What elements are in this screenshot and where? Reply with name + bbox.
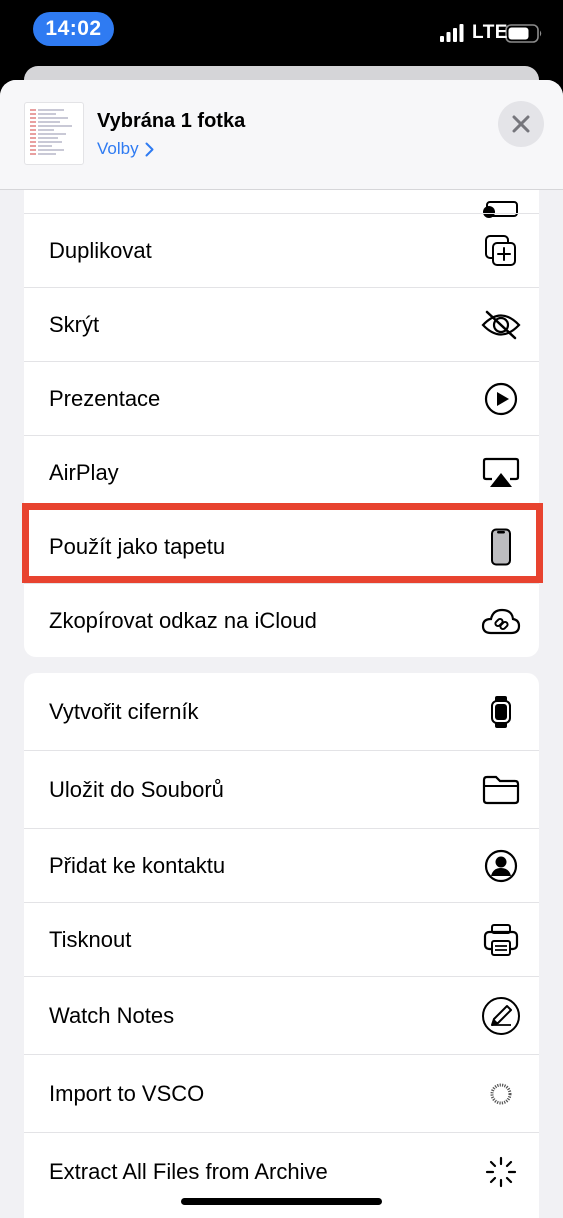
play-circle-icon [481,379,521,419]
actions-group-2: Vytvořit ciferník Uložit do Souborů Přid… [24,673,539,1218]
action-use-as-wallpaper[interactable]: Použít jako tapetu [24,510,539,583]
action-label: Watch Notes [49,1002,175,1028]
action-add-to-contact[interactable]: Přidat ke kontaktu [24,829,539,902]
action-label: Duplikovat [49,237,152,263]
action-label: Zkopírovat odkaz na iCloud [49,607,317,633]
eye-slash-icon [481,305,521,345]
share-sheet: Vybrána 1 fotka Volby Duplikovat Skrýt P… [0,80,563,1218]
photo-thumbnail [24,102,84,165]
vsco-icon [481,1074,521,1114]
duplicate-icon [481,231,521,271]
folder-icon [481,770,521,810]
action-label: AirPlay [49,459,119,485]
cloud-link-icon [481,601,521,641]
action-label: Prezentace [49,385,161,411]
network-type: LTE [472,22,508,43]
actions-group-1: Duplikovat Skrýt Prezentace AirPlay Použ… [24,140,539,657]
action-watch-notes[interactable]: Watch Notes [24,977,539,1054]
options-label: Volby [97,139,139,158]
action-print[interactable]: Tisknout [24,903,539,976]
action-airplay[interactable]: AirPlay [24,436,539,509]
watch-icon [481,692,521,732]
action-copy-icloud-link[interactable]: Zkopírovat odkaz na iCloud [24,584,539,657]
pen-circle-icon [481,996,521,1036]
action-slideshow[interactable]: Prezentace [24,362,539,435]
status-time[interactable]: 14:02 [33,12,114,46]
action-label: Přidat ke kontaktu [49,852,226,878]
share-title: Vybrána 1 fotka [97,110,246,132]
action-duplicate[interactable]: Duplikovat [24,214,539,287]
action-label: Použít jako tapetu [49,533,226,559]
spinner-icon [481,1152,521,1192]
close-button[interactable] [498,101,544,147]
battery-icon [505,24,542,43]
person-circle-icon [481,846,521,886]
share-sheet-header: Vybrána 1 fotka Volby [0,80,563,190]
action-label: Extract All Files from Archive [49,1158,328,1184]
close-icon [512,115,530,133]
cellular-signal-icon [440,24,464,42]
chevron-right-icon [145,142,154,156]
airplay-icon [481,453,521,493]
iphone-icon [481,527,521,567]
action-label: Vytvořit ciferník [49,698,199,724]
status-bar: 14:02 LTE [0,0,563,62]
action-import-to-vsco[interactable]: Import to VSCO [24,1055,539,1132]
action-label: Skrýt [49,311,100,337]
action-save-to-files[interactable]: Uložit do Souborů [24,751,539,828]
options-link[interactable]: Volby [97,139,154,159]
action-label: Tisknout [49,926,132,952]
printer-icon [481,920,521,960]
home-indicator[interactable] [181,1198,382,1205]
action-create-watch-face[interactable]: Vytvořit ciferník [24,673,539,750]
action-hide[interactable]: Skrýt [24,288,539,361]
action-label: Import to VSCO [49,1080,205,1106]
action-label: Uložit do Souborů [49,776,224,802]
